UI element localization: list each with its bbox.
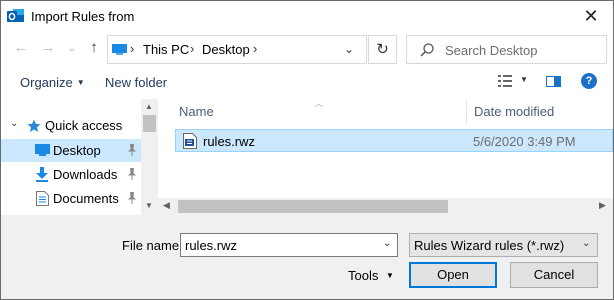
navigation-bar: ← → ⌄ ↑ › This PC › Desktop › ⌄ ↻ <box>1 32 613 66</box>
address-separator[interactable]: › <box>253 41 257 56</box>
sort-indicator-icon: ︿ <box>315 99 323 108</box>
rwz-file-icon <box>183 133 197 149</box>
close-button[interactable]: ✕ <box>581 6 601 26</box>
sidebar-item-documents[interactable]: Documents <box>1 187 141 210</box>
download-folder-icon <box>36 167 48 182</box>
back-button[interactable]: ← <box>12 38 30 58</box>
preview-pane-icon[interactable] <box>546 76 561 87</box>
column-divider[interactable] <box>466 99 467 125</box>
column-header-name[interactable]: Name <box>179 104 214 119</box>
recent-locations-button[interactable]: ⌄ <box>63 38 81 58</box>
search-icon <box>420 43 434 57</box>
file-name: rules.rwz <box>203 134 256 149</box>
sidebar-item-quick-access[interactable]: ⌄ Quick access <box>1 114 141 137</box>
organize-menu[interactable]: Organize ▼ <box>20 75 85 90</box>
navigation-pane-scrollbar[interactable]: ▲ ▼ <box>141 99 158 215</box>
file-date-modified: 5/6/2020 3:49 PM <box>473 134 576 149</box>
desktop-folder-icon <box>35 144 50 156</box>
breadcrumb-desktop[interactable]: Desktop <box>202 42 250 57</box>
file-name-combobox[interactable]: ⌄ <box>180 233 398 257</box>
dialog-title: Import Rules from <box>31 9 135 24</box>
sidebar-item-downloads[interactable]: Downloads <box>1 163 141 186</box>
scrollbar-thumb[interactable] <box>178 200 448 213</box>
file-name-input[interactable] <box>185 237 375 253</box>
sidebar-item-label: Downloads <box>53 167 118 182</box>
address-bar[interactable]: › This PC › Desktop › ⌄ <box>107 35 367 64</box>
scroll-down-arrow-icon[interactable]: ▼ <box>145 201 153 210</box>
file-row[interactable]: rules.rwz 5/6/2020 3:49 PM <box>175 129 613 152</box>
import-rules-dialog: Import Rules from ✕ ← → ⌄ ↑ › This PC › … <box>0 0 614 300</box>
search-box[interactable] <box>406 35 607 64</box>
organize-label: Organize <box>20 75 73 90</box>
title-bar: Import Rules from ✕ <box>1 1 613 32</box>
this-pc-icon <box>112 44 127 55</box>
dialog-footer: File name: ⌄ Rules Wizard rules (*.rwz) … <box>1 215 613 299</box>
file-type-value: Rules Wizard rules (*.rwz) <box>414 238 565 253</box>
file-name-label: File name: <box>122 238 183 253</box>
open-button[interactable]: Open <box>409 262 497 288</box>
documents-folder-icon <box>36 191 49 206</box>
address-dropdown-button[interactable]: ⌄ <box>344 42 354 56</box>
chevron-down-icon: ⌄ <box>582 238 591 249</box>
sidebar-item-label: Quick access <box>45 118 123 133</box>
sidebar-item-label: Desktop <box>53 143 101 158</box>
organize-caret-icon: ▼ <box>76 78 85 87</box>
up-button[interactable]: ↑ <box>85 38 103 58</box>
tools-caret-icon[interactable]: ▼ <box>386 271 394 280</box>
breadcrumb-this-pc[interactable]: This PC <box>143 42 189 57</box>
search-input[interactable] <box>445 42 600 59</box>
navigation-pane: ⌄ Quick access Desktop Downloads Documen… <box>1 99 158 215</box>
scroll-up-arrow-icon[interactable]: ▲ <box>145 102 153 111</box>
scroll-right-arrow-icon[interactable]: ▶ <box>599 200 606 211</box>
file-type-select[interactable]: Rules Wizard rules (*.rwz) ⌄ <box>409 233 598 257</box>
refresh-button[interactable]: ↻ <box>368 35 397 64</box>
outlook-app-icon <box>7 9 24 22</box>
sidebar-item-desktop[interactable]: Desktop <box>1 139 141 162</box>
address-separator: › <box>130 41 135 56</box>
column-header-date-modified[interactable]: Date modified <box>474 104 554 119</box>
chevron-down-icon[interactable]: ⌄ <box>10 118 18 129</box>
cancel-button[interactable]: Cancel <box>510 262 598 288</box>
scroll-left-arrow-icon[interactable]: ◀ <box>163 200 170 211</box>
address-separator[interactable]: › <box>190 41 194 56</box>
sidebar-item-label: Documents <box>53 191 119 206</box>
command-bar: Organize ▼ New folder ▼ ? <box>1 66 613 99</box>
scrollbar-thumb[interactable] <box>143 115 156 132</box>
chevron-down-icon[interactable]: ⌄ <box>383 238 391 249</box>
change-view-icon[interactable] <box>498 75 512 87</box>
file-list: ︿ Name Date modified rules.rwz 5/6/2020 … <box>158 99 613 215</box>
pin-icon <box>128 168 136 180</box>
file-list-horizontal-scrollbar[interactable]: ◀ ▶ <box>158 198 613 215</box>
pin-icon <box>128 144 136 156</box>
new-folder-button[interactable]: New folder <box>105 75 167 90</box>
tools-menu[interactable]: Tools <box>348 268 378 283</box>
forward-button[interactable]: → <box>39 38 57 58</box>
star-icon <box>27 119 41 132</box>
view-options-caret-icon[interactable]: ▼ <box>520 75 528 84</box>
pin-icon <box>128 192 136 204</box>
help-icon[interactable]: ? <box>581 73 597 89</box>
